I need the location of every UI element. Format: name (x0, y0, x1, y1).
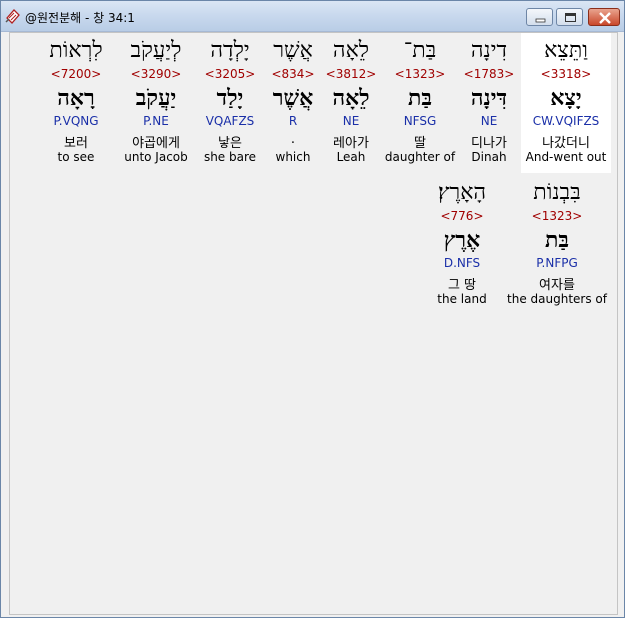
english-gloss: daughter of (384, 150, 456, 164)
word-cell-lirot[interactable]: לִרְאוֹת <7200> רָאָה P.VQNG 보러 to see (37, 33, 115, 173)
strong-number[interactable]: <776> (423, 209, 501, 223)
minimize-icon (535, 18, 546, 23)
close-button[interactable] (588, 8, 620, 26)
strong-number[interactable]: <1783> (450, 67, 528, 81)
strong-number[interactable]: <3318> (521, 67, 611, 81)
strong-number[interactable]: <3290> (117, 67, 195, 81)
hebrew-word: הָאָרֶץ׃ (437, 180, 487, 205)
hebrew-word: דִינָה (470, 38, 508, 63)
hebrew-root: בַּת (407, 85, 433, 111)
english-gloss: Leah (336, 150, 366, 164)
title-bar[interactable]: @원전분해 - 창 34:1 (1, 1, 624, 32)
korean-gloss: 여자를 (539, 278, 575, 293)
strong-number[interactable]: <7200> (37, 67, 115, 81)
korean-gloss: 야곱에게 (132, 136, 180, 151)
minimize-button[interactable] (526, 8, 553, 26)
hebrew-word: בַּת־ (403, 38, 437, 63)
parsing-code: P.NE (143, 114, 169, 128)
hebrew-word: לִרְאוֹת (49, 38, 103, 63)
hebrew-root: רָאָה (57, 85, 95, 111)
parsing-code: NFSG (403, 114, 437, 128)
strong-number[interactable]: <1323> (381, 67, 459, 81)
parsing-code: P.VQNG (53, 114, 99, 128)
parsing-code: D.NFS (443, 256, 481, 270)
app-window: @원전분해 - 창 34:1 לִרְאוֹת <7200> רָאָה P.V… (0, 0, 625, 618)
english-gloss: the land (437, 292, 487, 306)
hebrew-root: יַעֲקֹב (135, 85, 177, 111)
hebrew-word: לֵאָה (332, 38, 370, 63)
english-gloss: the daughters of (507, 292, 607, 306)
strong-number[interactable]: <1323> (503, 209, 611, 223)
word-cell-vatetze[interactable]: וַתֵּצֵא <3318> יָצָא CW.VQIFZS 나갔더니 And… (521, 33, 611, 173)
app-icon (5, 8, 21, 24)
hebrew-root: יָצָא (550, 85, 582, 111)
english-gloss: unto Jacob (124, 150, 188, 164)
window-title: @원전분해 - 창 34:1 (25, 11, 135, 25)
korean-gloss: 그 땅 (447, 278, 477, 293)
hebrew-root: אֶרֶץ (443, 227, 481, 253)
word-cell-leyaakov[interactable]: לְיַעֲקֹב <3290> יַעֲקֹב P.NE 야곱에게 unto … (117, 33, 195, 173)
parsing-code: NE (480, 114, 498, 128)
maximize-button[interactable] (556, 8, 583, 26)
parsing-code: P.NFPG (536, 256, 578, 270)
korean-gloss: 보러 (64, 136, 88, 151)
hebrew-word: בִּבְנוֹת (533, 180, 581, 205)
close-icon (599, 12, 611, 24)
english-gloss: to see (57, 150, 95, 164)
word-cell-dinah[interactable]: דִינָה <1783> דִּינָה NE 디나가 Dinah (450, 33, 528, 173)
word-cell-haaretz[interactable]: הָאָרֶץ׃ <776> אֶרֶץ D.NFS 그 땅 the land (423, 175, 501, 315)
word-cell-bivnot[interactable]: בִּבְנוֹת <1323> בַּת P.NFPG 여자를 the dau… (503, 175, 611, 315)
hebrew-root: דִּינָה (470, 85, 508, 111)
analysis-pane: לִרְאוֹת <7200> רָאָה P.VQNG 보러 to see ל… (9, 32, 618, 615)
parsing-code: NE (342, 114, 360, 128)
strong-number[interactable]: <3812> (312, 67, 390, 81)
hebrew-root: בַּת (544, 227, 570, 253)
korean-gloss: 레아가 (333, 136, 369, 151)
parsing-code: CW.VQIFZS (532, 114, 600, 128)
word-cell-bat[interactable]: בַּת־ <1323> בַּת NFSG 딸 daughter of (381, 33, 459, 173)
english-gloss: Dinah (471, 150, 507, 164)
hebrew-word: לְיַעֲקֹב (130, 38, 182, 63)
korean-gloss: 나갔더니 (542, 136, 590, 151)
hebrew-word: וַתֵּצֵא (544, 38, 588, 63)
word-cell-leah[interactable]: לֵאָה <3812> לֵאָה NE 레아가 Leah (312, 33, 390, 173)
hebrew-root: לֵאָה (332, 85, 370, 111)
korean-gloss: 디나가 (471, 136, 507, 151)
english-gloss: And-went out (525, 150, 607, 164)
maximize-icon (565, 13, 576, 22)
korean-gloss: 딸 (414, 136, 426, 151)
